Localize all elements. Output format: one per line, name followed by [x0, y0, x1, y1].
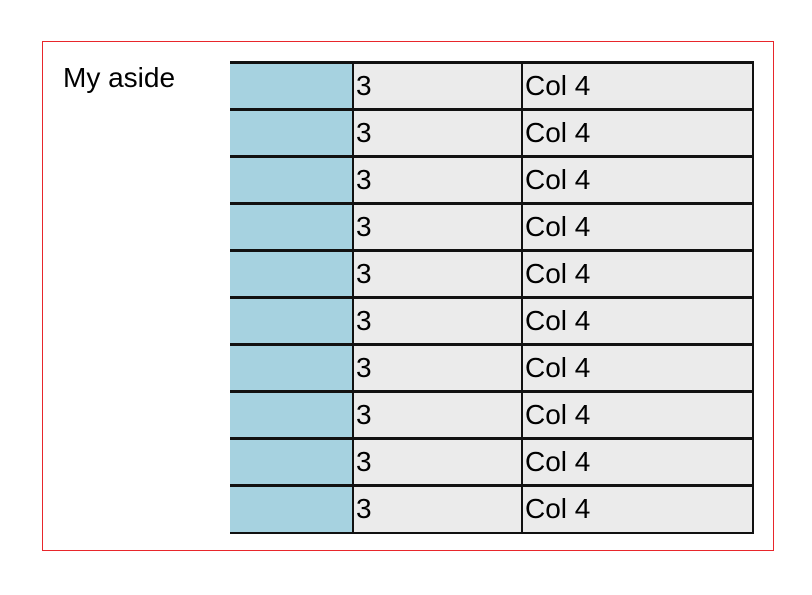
table-cell-col3: 3	[352, 108, 523, 158]
table-row: 3 Col 4	[230, 61, 754, 111]
table-cell-col1	[230, 155, 353, 204]
table-cell-col4: Col 4	[521, 61, 754, 111]
table-cell-col1	[230, 249, 353, 298]
data-table: 3 Col 4 3 Col 4 3 Col 4 3 Col 4 3 Col 4 3 Col 4 3 Col…	[230, 61, 754, 534]
table-row: 3 Col 4	[230, 108, 754, 158]
table-cell-col4: Col 4	[521, 296, 754, 346]
table-row: 3 Col 4	[230, 390, 754, 440]
table-cell-col3: 3	[352, 437, 523, 487]
table-row: 3 Col 4	[230, 343, 754, 393]
table-cell-col3: 3	[352, 202, 523, 252]
table-cell-col4: Col 4	[521, 202, 754, 252]
table-cell-col1	[230, 61, 353, 110]
table-row: 3 Col 4	[230, 202, 754, 252]
table-cell-col3: 3	[352, 390, 523, 440]
table-cell-col3: 3	[352, 61, 523, 111]
table-cell-col3: 3	[352, 296, 523, 346]
table-cell-col1	[230, 108, 353, 157]
table-cell-col4: Col 4	[521, 108, 754, 158]
table-row: 3 Col 4	[230, 437, 754, 487]
table-cell-col4: Col 4	[521, 437, 754, 487]
table-cell-col1	[230, 437, 353, 486]
table-cell-col1	[230, 202, 353, 251]
table-cell-col4: Col 4	[521, 343, 754, 393]
table-cell-col3: 3	[352, 249, 523, 299]
table-cell-col1	[230, 390, 353, 439]
table-cell-col3: 3	[352, 155, 523, 205]
table-row: 3 Col 4	[230, 155, 754, 205]
table-cell-col4: Col 4	[521, 155, 754, 205]
table-cell-col3: 3	[352, 343, 523, 393]
table-row: 3 Col 4	[230, 484, 754, 534]
table-cell-col1	[230, 484, 353, 534]
table-row: 3 Col 4	[230, 249, 754, 299]
table-cell-col4: Col 4	[521, 484, 754, 534]
table-cell-col4: Col 4	[521, 249, 754, 299]
table-row: 3 Col 4	[230, 296, 754, 346]
table-cell-col1	[230, 343, 353, 392]
table-cell-col3: 3	[352, 484, 523, 534]
table-cell-col1	[230, 296, 353, 345]
table-cell-col4: Col 4	[521, 390, 754, 440]
aside: My aside	[63, 62, 176, 93]
